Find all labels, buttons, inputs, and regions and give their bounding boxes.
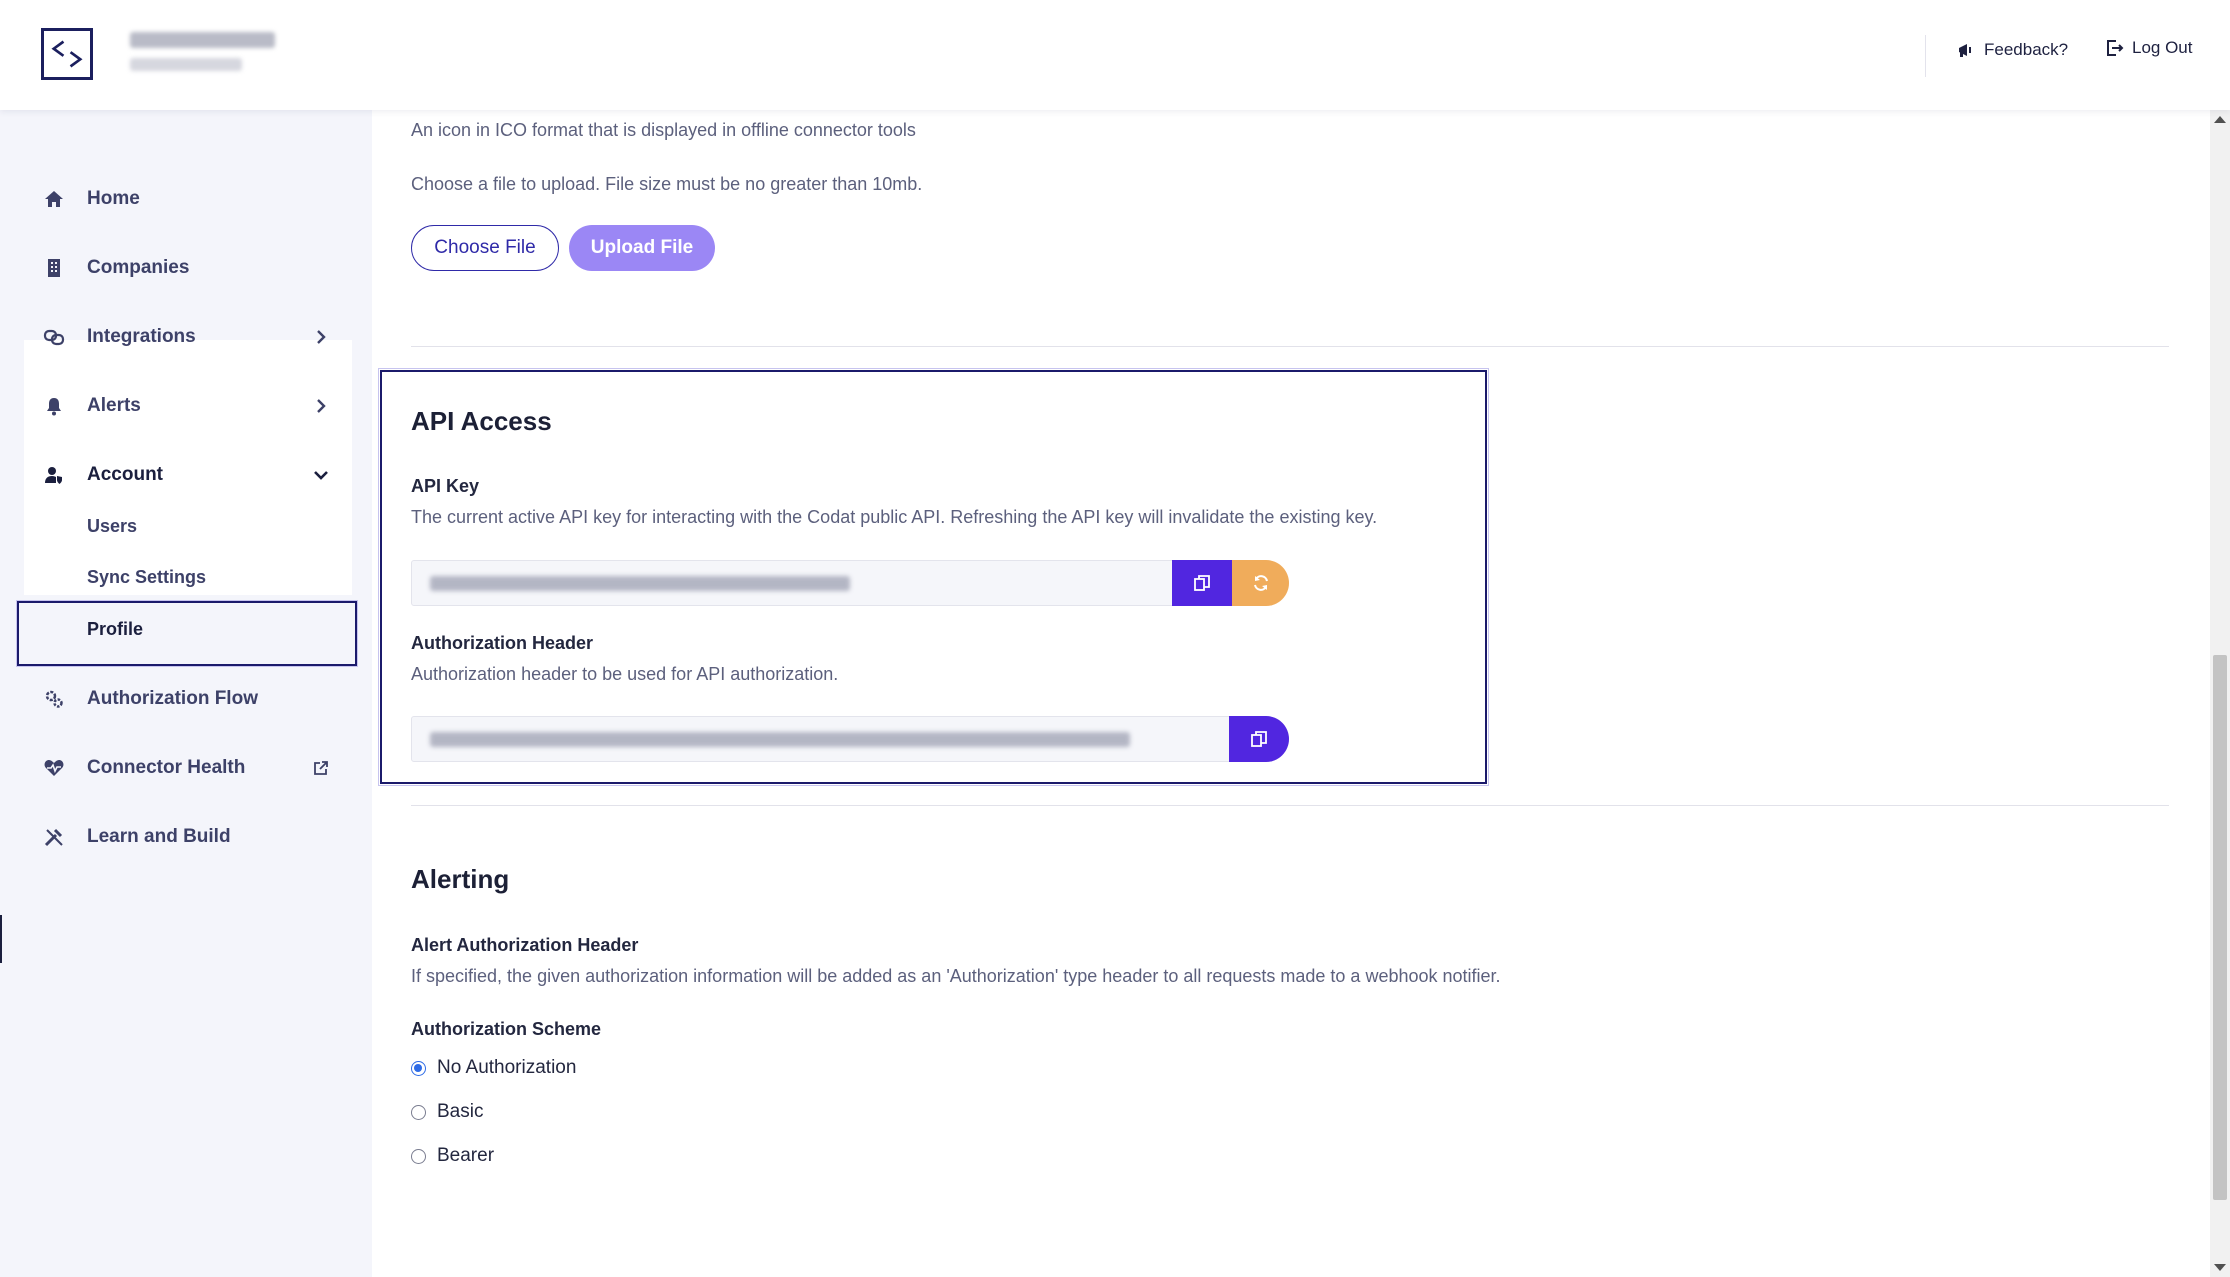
building-icon: [42, 256, 66, 280]
section-divider: [411, 346, 2169, 347]
auth-header-field[interactable]: [411, 716, 1230, 762]
window-edge-marker: [0, 915, 2, 963]
link-icon: [42, 325, 66, 349]
sidebar-subitem-users[interactable]: Users: [24, 504, 352, 548]
bell-icon: [42, 394, 66, 418]
radio-no-authorization[interactable]: No Authorization: [411, 1057, 576, 1079]
chevron-right-icon: [317, 399, 326, 413]
api-key-label: API Key: [411, 476, 480, 496]
top-header: Feedback? Log Out: [0, 0, 2230, 110]
alert-auth-header-description: If specified, the given authorization in…: [411, 966, 1501, 986]
sidebar-item-label: Home: [87, 188, 140, 209]
heart-pulse-icon: [42, 756, 66, 780]
api-key-field[interactable]: [411, 560, 1173, 606]
sidebar-item-label: Connector Health: [87, 757, 246, 778]
sidebar-subitem-label: Users: [87, 515, 138, 536]
feedback-button[interactable]: Feedback?: [1956, 40, 2068, 60]
sidebar-item-label: Companies: [87, 257, 190, 278]
scrollbar-thumb[interactable]: [2213, 655, 2227, 1200]
radio-label: No Authorization: [437, 1057, 577, 1078]
copy-api-key-button[interactable]: [1172, 560, 1232, 606]
chevron-right-icon: [317, 330, 326, 344]
auth-header-label: Authorization Header: [411, 633, 594, 653]
sidebar-item-label: Integrations: [87, 326, 196, 347]
logout-icon: [2107, 40, 2124, 56]
copy-auth-header-button[interactable]: [1229, 716, 1289, 762]
section-divider: [411, 805, 2169, 806]
user-shield-icon: [42, 463, 66, 487]
refresh-api-key-button[interactable]: [1232, 560, 1289, 606]
sidebar-item-authorization-flow[interactable]: Authorization Flow: [24, 674, 352, 724]
radio-button[interactable]: [411, 1148, 426, 1164]
alert-auth-header-label: Alert Authorization Header: [411, 935, 639, 955]
radio-button[interactable]: [411, 1104, 426, 1120]
sidebar-item-connector-health[interactable]: Connector Health: [24, 743, 352, 793]
auth-header-value-redacted: [430, 732, 1130, 747]
icon-upload-description: An icon in ICO format that is displayed …: [411, 120, 916, 140]
alerting-title: Alerting: [411, 864, 510, 894]
radio-button[interactable]: [411, 1060, 426, 1076]
home-icon: [42, 187, 66, 211]
scroll-down-arrow-icon[interactable]: [2214, 1264, 2226, 1271]
icon-upload-instructions: Choose a file to upload. File size must …: [411, 174, 923, 194]
sidebar-item-companies[interactable]: Companies: [24, 243, 352, 293]
sidebar-item-label: Account: [87, 464, 163, 485]
authorization-scheme-label: Authorization Scheme: [411, 1019, 602, 1039]
sidebar-item-alerts[interactable]: Alerts: [24, 381, 352, 431]
radio-label: Bearer: [437, 1145, 495, 1166]
profile-focus-outline: [16, 600, 358, 667]
external-link-icon: [314, 761, 328, 775]
api-access-title: API Access: [411, 406, 552, 436]
feedback-label: Feedback?: [1984, 40, 2069, 59]
sidebar-subitem-sync-settings[interactable]: Sync Settings: [24, 555, 352, 599]
radio-basic[interactable]: Basic: [411, 1101, 483, 1123]
sidebar-item-learn-and-build[interactable]: Learn and Build: [24, 812, 352, 862]
radio-bearer[interactable]: Bearer: [411, 1145, 494, 1167]
copy-icon: [1194, 575, 1210, 591]
sidebar-item-home[interactable]: Home: [24, 174, 352, 224]
sidebar-item-integrations[interactable]: Integrations: [24, 312, 352, 362]
megaphone-icon: [1959, 44, 1971, 57]
scroll-up-arrow-icon[interactable]: [2214, 116, 2226, 123]
chevron-down-icon: [314, 471, 328, 480]
choose-file-button[interactable]: Choose File: [411, 225, 559, 271]
refresh-icon: [1253, 575, 1268, 591]
copy-icon: [1251, 731, 1267, 747]
header-divider: [1925, 35, 1926, 77]
organization-subtitle: [130, 58, 242, 71]
upload-file-button[interactable]: Upload File: [569, 225, 715, 271]
sidebar-item-label: Learn and Build: [87, 826, 231, 847]
api-key-value-redacted: [430, 576, 850, 591]
auth-header-description: Authorization header to be used for API …: [411, 664, 839, 684]
sidebar-item-label: Authorization Flow: [87, 688, 258, 709]
codat-logo-icon[interactable]: [41, 28, 93, 80]
sidebar-item-label: Alerts: [87, 395, 141, 416]
radio-label: Basic: [437, 1101, 484, 1122]
logout-label: Log Out: [2132, 38, 2193, 57]
sidebar-item-account[interactable]: Account: [24, 450, 352, 500]
api-key-description: The current active API key for interacti…: [411, 507, 1378, 527]
gears-icon: [42, 687, 66, 711]
organization-name: [130, 32, 275, 48]
logout-button[interactable]: Log Out: [2104, 38, 2193, 58]
sidebar-subitem-label: Sync Settings: [87, 566, 207, 587]
tools-icon: [42, 825, 66, 849]
